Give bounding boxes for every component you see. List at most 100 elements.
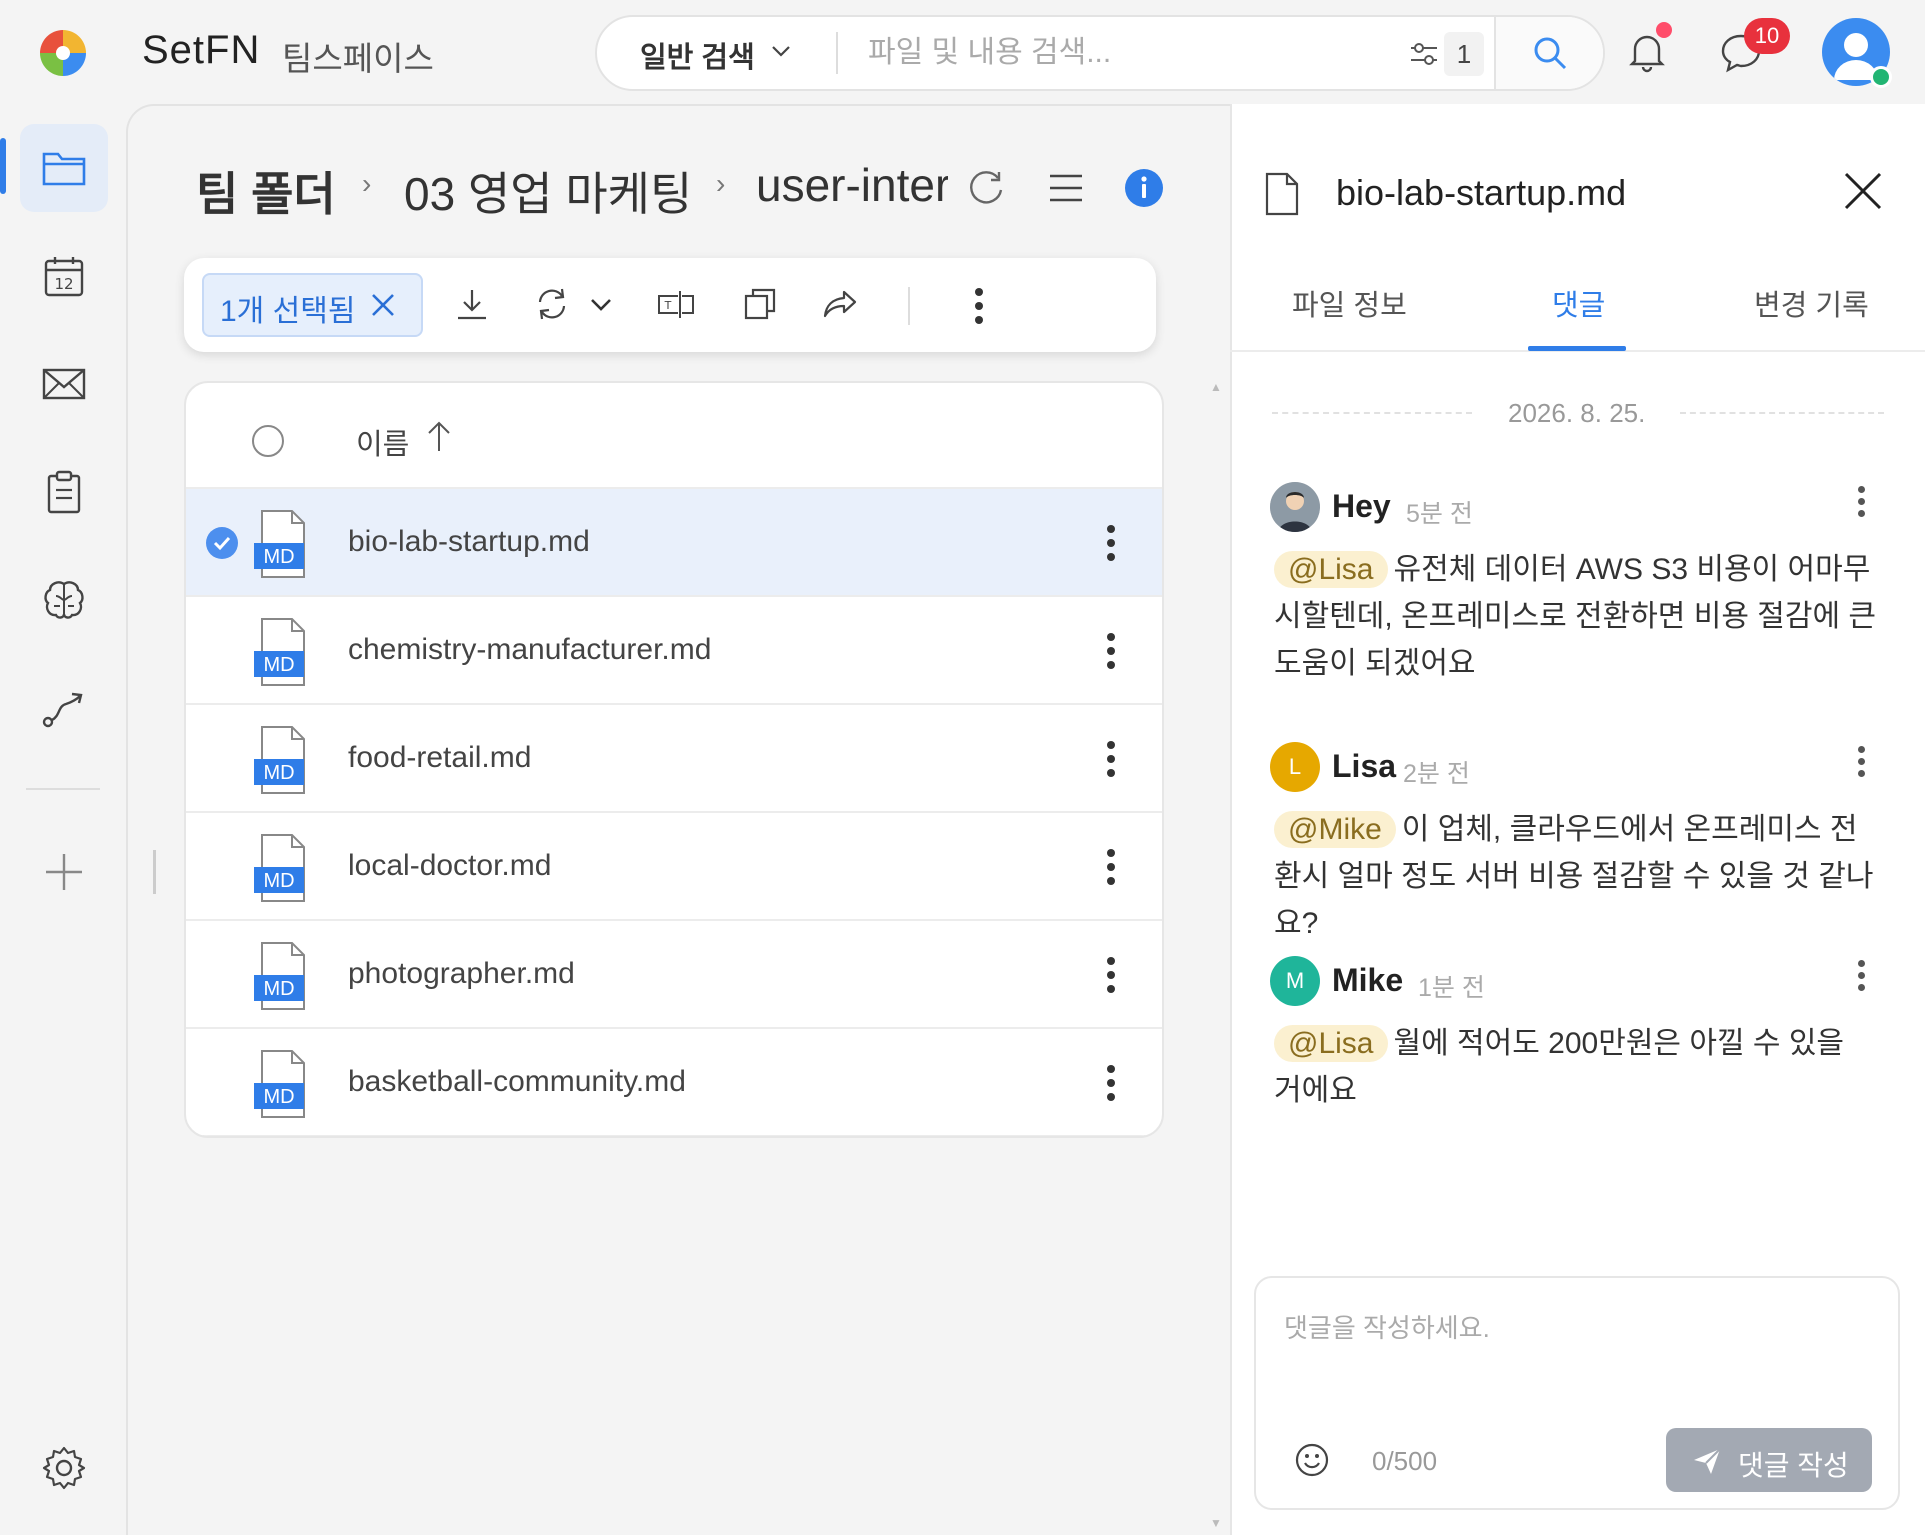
tasks-nav-button[interactable] (20, 448, 108, 536)
scrollbar-up-arrow[interactable]: ▲ (1210, 380, 1222, 394)
clear-selection-icon[interactable] (368, 290, 398, 320)
row-more-icon[interactable] (1106, 849, 1116, 885)
svg-text:T: T (664, 299, 672, 312)
folder-icon (42, 152, 86, 186)
toolbar-divider (908, 287, 910, 325)
brand-name: SetFN (142, 28, 261, 72)
file-row[interactable]: MD food-retail.md (186, 705, 1162, 813)
row-more-icon[interactable] (1106, 1065, 1116, 1101)
file-name[interactable]: photographer.md (348, 957, 575, 991)
calendar-nav-button[interactable]: 12 (20, 232, 108, 320)
markdown-badge-label: MD (263, 1086, 294, 1108)
folder-nav-button[interactable] (20, 124, 108, 212)
select-all-checkbox[interactable] (252, 425, 284, 457)
selection-count-label: 1개 선택됨 (220, 295, 356, 328)
more-actions-icon[interactable] (974, 288, 984, 324)
download-icon[interactable] (452, 284, 492, 324)
markdown-file-icon: MD (252, 941, 314, 1011)
send-icon (1694, 1448, 1721, 1474)
filter-sliders-icon[interactable] (1408, 38, 1440, 70)
panel-file-name: bio-lab-startup.md (1336, 172, 1627, 213)
filter-count-badge[interactable]: 1 (1444, 32, 1484, 76)
close-icon[interactable] (1842, 170, 1884, 212)
file-list: 이름 MD bio-lab-startup.md MD chemistry-manuf… (184, 381, 1164, 1138)
emoji-icon[interactable] (1294, 1442, 1330, 1478)
ai-nav-button[interactable] (20, 556, 108, 644)
tab-comments[interactable]: 댓글 (1552, 282, 1605, 324)
date-divider-left (1272, 412, 1472, 414)
markdown-file-icon: MD (252, 617, 314, 687)
row-more-icon[interactable] (1106, 957, 1116, 993)
comment-avatar (1270, 482, 1320, 532)
breadcrumb-separator: › (362, 168, 372, 199)
markdown-badge-label: MD (263, 978, 294, 1000)
list-view-icon[interactable] (1046, 170, 1086, 206)
tab-history[interactable]: 변경 기록 (1754, 282, 1869, 324)
scrollbar-down-arrow[interactable]: ▼ (1210, 1516, 1222, 1530)
comment-input[interactable] (1282, 1306, 1872, 1406)
search-icon (1534, 37, 1567, 70)
file-row[interactable]: MD bio-lab-startup.md (186, 489, 1162, 597)
markdown-file-icon: MD (252, 509, 314, 579)
name-column-header[interactable]: 이름 (356, 421, 409, 463)
file-row[interactable]: MD local-doctor.md (186, 813, 1162, 921)
file-name[interactable]: local-doctor.md (348, 849, 551, 883)
mention-tag[interactable]: @Mike (1274, 811, 1396, 848)
row-checkbox-checked[interactable] (206, 527, 238, 559)
markdown-badge-label: MD (263, 546, 294, 568)
file-row[interactable]: MD chemistry-manufacturer.md (186, 597, 1162, 705)
chevron-down-icon[interactable] (588, 292, 614, 318)
breadcrumb-folder[interactable]: 03 영업 마케팅 (404, 158, 692, 224)
search-divider (836, 32, 838, 74)
mention-tag[interactable]: @Lisa (1274, 1025, 1388, 1062)
comment-more-icon[interactable] (1858, 960, 1866, 992)
tab-file-info[interactable]: 파일 정보 (1292, 282, 1407, 324)
clipboard-icon (47, 470, 81, 514)
add-app-button[interactable] (20, 828, 108, 916)
search-mode-select[interactable]: 일반 검색 (640, 34, 755, 76)
rail-active-indicator (0, 138, 6, 194)
comment-time: 2분 전 (1403, 760, 1470, 788)
breadcrumb-root[interactable]: 팀 폴더 (196, 158, 336, 224)
file-name[interactable]: basketball-community.md (348, 1065, 686, 1099)
comment-date: 2026. 8. 25. (1508, 398, 1646, 428)
row-more-icon[interactable] (1106, 741, 1116, 777)
char-count: 0/500 (1372, 1446, 1438, 1476)
app-logo[interactable] (38, 28, 88, 78)
settings-button[interactable] (20, 1424, 108, 1512)
mail-icon (42, 368, 86, 400)
comment-more-icon[interactable] (1858, 746, 1866, 778)
search-button[interactable] (1494, 17, 1603, 89)
mail-nav-button[interactable] (20, 340, 108, 428)
breadcrumb-current: user-inter (756, 159, 948, 211)
share-icon[interactable] (820, 284, 860, 324)
rename-icon[interactable]: T (656, 284, 696, 324)
comment-more-icon[interactable] (1858, 486, 1866, 518)
refresh-icon[interactable] (966, 168, 1006, 208)
file-row[interactable]: MD basketball-community.md (186, 1029, 1162, 1136)
file-name[interactable]: bio-lab-startup.md (348, 525, 590, 559)
workflow-nav-button[interactable] (20, 664, 108, 752)
info-icon[interactable] (1124, 168, 1164, 208)
copy-icon[interactable] (740, 284, 780, 324)
resize-handle[interactable] (153, 850, 156, 894)
breadcrumb-separator: › (716, 168, 726, 199)
mention-tag[interactable]: @Lisa (1274, 551, 1388, 588)
file-row[interactable]: MD photographer.md (186, 921, 1162, 1029)
submit-comment-button[interactable]: 댓글 작성 (1666, 1428, 1872, 1492)
comment-author: Mike (1332, 962, 1404, 998)
file-name[interactable]: food-retail.md (348, 741, 531, 775)
chevron-down-icon[interactable] (770, 40, 792, 62)
comment-avatar: M (1270, 956, 1320, 1006)
search-input[interactable] (866, 30, 1366, 76)
svg-text:12: 12 (54, 275, 73, 293)
row-more-icon[interactable] (1106, 633, 1116, 669)
comment-time: 5분 전 (1406, 500, 1473, 528)
markdown-badge-label: MD (263, 654, 294, 676)
convert-icon[interactable] (532, 284, 572, 324)
active-tab-indicator (1528, 346, 1626, 351)
row-more-icon[interactable] (1106, 525, 1116, 561)
file-name[interactable]: chemistry-manufacturer.md (348, 633, 711, 667)
route-icon (42, 692, 83, 728)
sort-ascending-icon[interactable] (424, 419, 454, 453)
